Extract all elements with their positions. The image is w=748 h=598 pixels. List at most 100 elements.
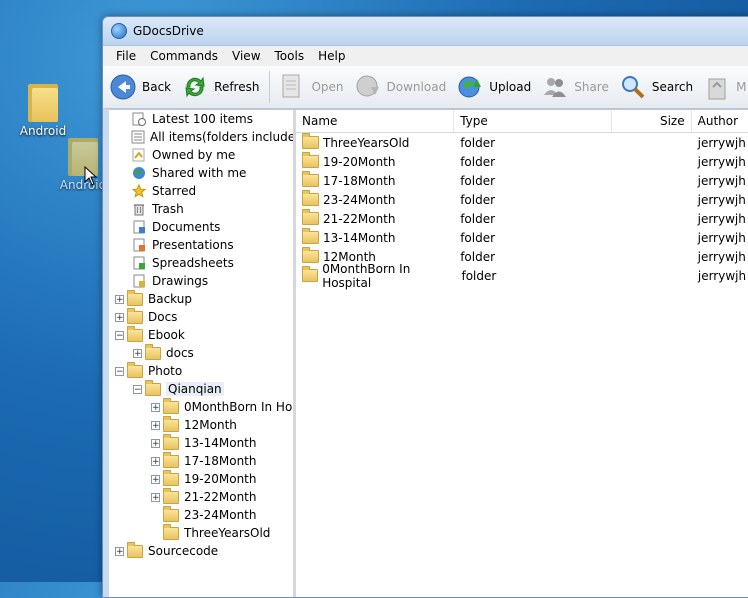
toolbar-separator [269, 71, 271, 103]
tree-label: Drawings [152, 274, 209, 288]
folder-icon [145, 343, 161, 360]
column-header-size[interactable]: Size [612, 110, 692, 132]
tree-label: 0MonthBorn In Ho [184, 400, 293, 414]
tree-item-all-items[interactable]: All items(folders included [109, 128, 293, 146]
expand-toggle[interactable]: + [151, 456, 160, 466]
table-row[interactable]: 17-18Month folder jerrywjh [296, 171, 748, 190]
row-name-cell: 17-18Month [296, 171, 454, 190]
tree-item-ebook[interactable]: − Ebook [109, 325, 293, 344]
table-row[interactable]: 19-20Month folder jerrywjh [296, 152, 748, 171]
row-size [613, 266, 692, 285]
tree-label: Starred [152, 184, 197, 198]
spreadsheet-icon [131, 256, 147, 270]
tree-item-docs[interactable]: + Docs [109, 307, 293, 326]
tree-item-sourcecode[interactable]: + Sourcecode [109, 541, 293, 560]
tree-item-ebook-docs[interactable]: + docs [109, 343, 293, 362]
search-icon [619, 73, 647, 101]
row-type: folder [460, 211, 496, 226]
tree-item-q1[interactable]: + 12Month [109, 415, 293, 434]
tree-item-spreadsheets[interactable]: Spreadsheets [109, 254, 293, 272]
tree-item-q2[interactable]: + 13-14Month [109, 433, 293, 452]
tree-item-q0[interactable]: + 0MonthBorn In Ho [109, 397, 293, 416]
file-list[interactable]: Name Type Size Author ThreeYearsOld fold… [296, 110, 748, 597]
presentation-icon [131, 238, 147, 252]
menu-tools[interactable]: Tools [268, 49, 312, 63]
download-button[interactable]: Download [354, 73, 446, 101]
expand-toggle[interactable]: + [151, 492, 160, 502]
row-type: folder [460, 173, 496, 188]
tree-item-qianqian[interactable]: − Qianqian [109, 379, 293, 398]
menu-commands[interactable]: Commands [143, 49, 225, 63]
expand-toggle[interactable]: + [115, 312, 124, 322]
upload-button[interactable]: Upload [456, 73, 531, 101]
row-author: jerrywjh [697, 173, 746, 188]
desktop-icon-label: Android [59, 178, 107, 192]
tree-item-backup[interactable]: + Backup [109, 289, 293, 308]
row-name-cell: 19-20Month [296, 152, 454, 171]
collapse-toggle[interactable]: − [133, 384, 142, 394]
expand-toggle[interactable]: + [151, 474, 160, 484]
table-row[interactable]: 21-22Month folder jerrywjh [296, 209, 748, 228]
open-button[interactable]: Open [278, 73, 344, 101]
tree-item-documents[interactable]: Documents [109, 218, 293, 236]
folder-icon [163, 487, 179, 504]
expand-toggle[interactable]: + [115, 546, 124, 556]
collapse-toggle[interactable]: − [115, 366, 124, 376]
row-author: jerrywjh [697, 192, 746, 207]
row-name: 17-18Month [323, 173, 396, 188]
tree-item-shared[interactable]: Shared with me [109, 164, 293, 182]
expand-toggle[interactable]: + [151, 438, 160, 448]
column-header-author[interactable]: Author [692, 110, 748, 132]
row-name: 23-24Month [323, 192, 396, 207]
folder-tree[interactable]: Latest 100 items All items(folders inclu… [109, 110, 296, 597]
folder-icon [302, 152, 319, 168]
tree-item-q4[interactable]: + 19-20Month [109, 469, 293, 488]
tree-item-owned[interactable]: Owned by me [109, 146, 293, 164]
menu-view[interactable]: View [225, 49, 267, 63]
tree-label: Ebook [148, 328, 185, 342]
tree-item-trash[interactable]: Trash [109, 200, 293, 218]
table-row[interactable]: 23-24Month folder jerrywjh [296, 190, 748, 209]
menu-file[interactable]: File [109, 49, 143, 63]
row-name: 13-14Month [323, 230, 396, 245]
tree-item-photo[interactable]: − Photo [109, 361, 293, 380]
folder-icon [163, 469, 179, 486]
expand-toggle[interactable]: + [151, 402, 160, 412]
share-button[interactable]: Share [541, 73, 609, 101]
row-type: folder [460, 135, 496, 150]
tree-item-q5[interactable]: + 21-22Month [109, 487, 293, 506]
column-header-name[interactable]: Name [296, 110, 455, 132]
more-button[interactable]: M [703, 73, 746, 101]
row-size [612, 133, 691, 152]
tree-item-starred[interactable]: Starred [109, 182, 293, 200]
desktop-icon-android-1[interactable]: Android [8, 84, 78, 138]
table-row[interactable]: 0MonthBorn In Hospital folder jerrywjh [296, 262, 748, 290]
row-size [612, 190, 691, 209]
tree-item-drawings[interactable]: Drawings [109, 272, 293, 290]
tree-label: Spreadsheets [152, 256, 234, 270]
tree-item-q3[interactable]: + 17-18Month [109, 451, 293, 470]
expand-toggle[interactable]: + [115, 294, 124, 304]
users-icon [541, 73, 569, 101]
row-type: folder [460, 249, 496, 264]
search-button[interactable]: Search [619, 73, 693, 101]
back-button[interactable]: Back [109, 73, 171, 101]
list-header: Name Type Size Author [296, 110, 748, 133]
tree-item-presentations[interactable]: Presentations [109, 236, 293, 254]
expand-toggle[interactable]: + [133, 348, 142, 358]
window-title: GDocsDrive [133, 24, 204, 38]
tree-item-latest[interactable]: Latest 100 items [109, 110, 293, 128]
folder-icon [127, 361, 143, 378]
collapse-toggle[interactable]: − [115, 330, 124, 340]
tree-label: Photo [148, 364, 183, 378]
menu-help[interactable]: Help [311, 49, 352, 63]
table-row[interactable]: 13-14Month folder jerrywjh [296, 228, 748, 247]
expand-toggle[interactable]: + [151, 420, 160, 430]
tree-item-q7[interactable]: ThreeYearsOld [109, 523, 293, 542]
menu-bar: File Commands View Tools Help [103, 45, 748, 66]
title-bar[interactable]: GDocsDrive [103, 17, 748, 45]
refresh-button[interactable]: Refresh [181, 73, 259, 101]
table-row[interactable]: ThreeYearsOld folder jerrywjh [296, 133, 748, 152]
column-header-type[interactable]: Type [454, 110, 613, 132]
tree-item-q6[interactable]: 23-24Month [109, 505, 293, 524]
